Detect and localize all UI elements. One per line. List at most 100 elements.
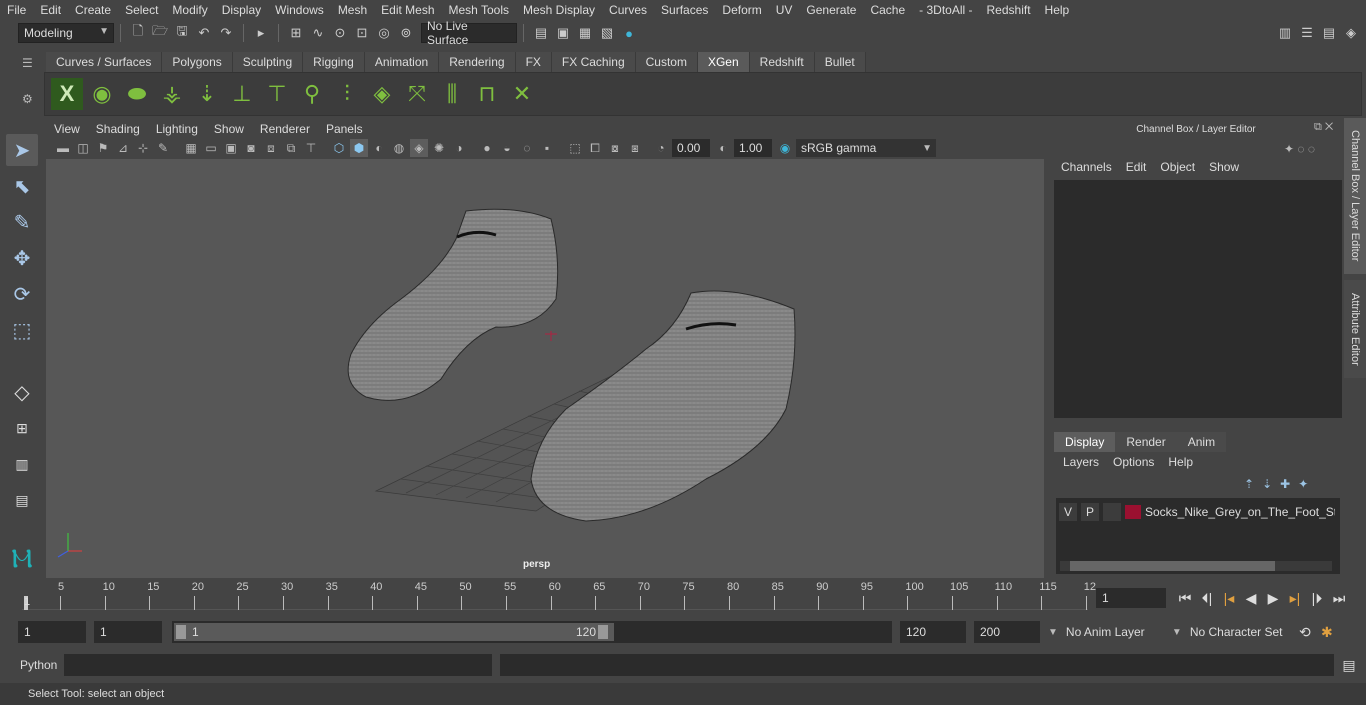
menu-generate[interactable]: Generate: [799, 3, 863, 17]
layer-name[interactable]: Socks_Nike_Grey_on_The_Foot_Stanc: [1145, 505, 1335, 519]
xgen-preview-icon[interactable]: ◉: [86, 78, 118, 110]
xray-icon[interactable]: ⧠: [586, 139, 604, 157]
viewport-menu-show[interactable]: Show: [206, 122, 252, 136]
menu-windows[interactable]: Windows: [268, 3, 331, 17]
new-layer-selected-icon[interactable]: ✦: [1298, 477, 1316, 491]
xgen-layers-icon[interactable]: ◈: [366, 78, 398, 110]
xray-joints-icon[interactable]: ⧇: [606, 139, 624, 157]
channel-box-side-tab[interactable]: Channel Box / Layer Editor: [1344, 118, 1366, 274]
range-slider[interactable]: 1 120: [172, 621, 892, 643]
xgen-guide-visibility-icon[interactable]: ⊤: [261, 78, 293, 110]
tab-rigging[interactable]: Rigging: [303, 52, 365, 72]
command-language-label[interactable]: Python: [20, 658, 62, 672]
float-panel-icon[interactable]: ⧉ ✕: [1314, 121, 1333, 134]
layer-menu-help[interactable]: Help: [1161, 455, 1200, 471]
menu-edit[interactable]: Edit: [33, 3, 68, 17]
xgen-scale-icon[interactable]: ⤧: [401, 78, 433, 110]
attribute-editor-side-tab[interactable]: Attribute Editor: [1344, 280, 1366, 378]
script-editor-icon[interactable]: ▤: [1338, 654, 1360, 676]
step-back-icon[interactable]: ⏴|: [1196, 587, 1218, 609]
wireframe-icon[interactable]: ⬡: [330, 139, 348, 157]
snap-surface-icon[interactable]: ◎: [374, 23, 394, 43]
bookmark-icon[interactable]: ⚑: [94, 139, 112, 157]
default-material-icon[interactable]: ◐: [370, 139, 388, 157]
smooth-shade-icon[interactable]: ⬢: [350, 139, 368, 157]
magnet-icon[interactable]: ⊚: [396, 23, 416, 43]
layer-color-swatch[interactable]: [1125, 505, 1141, 519]
xgen-add-guide-icon[interactable]: ⚶: [156, 78, 188, 110]
camera-attributes-icon[interactable]: ◫: [74, 139, 92, 157]
new-layer-icon[interactable]: ✚: [1280, 477, 1298, 491]
render-view-icon[interactable]: ▧: [597, 23, 617, 43]
layer-playback-toggle[interactable]: P: [1081, 503, 1099, 521]
textured-icon[interactable]: ◈: [410, 139, 428, 157]
gamma-icon[interactable]: ◐: [714, 139, 732, 157]
viewport-menu-view[interactable]: View: [46, 122, 88, 136]
menu-cache[interactable]: Cache: [863, 3, 912, 17]
tab-bullet[interactable]: Bullet: [814, 52, 866, 72]
step-forward-icon[interactable]: |⏵: [1306, 587, 1328, 609]
exposure-icon[interactable]: ◔: [652, 139, 670, 157]
menu-edit-mesh[interactable]: Edit Mesh: [374, 3, 441, 17]
tab-polygons[interactable]: Polygons: [162, 52, 233, 72]
tab-curves-surfaces[interactable]: Curves / Surfaces: [46, 52, 163, 72]
snap-grid-icon[interactable]: ⊞: [286, 23, 306, 43]
time-slider[interactable]: 1 5 10 15 20 25 30 35 40 45 50 55 60 65 70 75 80 85 90 95 1…: [0, 580, 1096, 612]
tab-animation[interactable]: Animation: [364, 52, 440, 72]
viewport-3d[interactable]: persp: [46, 159, 1044, 578]
menu-curves[interactable]: Curves: [602, 3, 654, 17]
layout-icon[interactable]: ▥: [1275, 23, 1295, 43]
anim-layer-dropdown[interactable]: No Anim Layer: [1059, 621, 1166, 643]
move-layer-up-icon[interactable]: ⇡: [1244, 477, 1262, 491]
axis-icon[interactable]: ✦: [1284, 142, 1294, 156]
grease-pencil-icon[interactable]: ✎: [154, 139, 172, 157]
command-input[interactable]: [64, 654, 492, 676]
viewport-menu-shading[interactable]: Shading: [88, 122, 148, 136]
range-slider-bar[interactable]: [174, 623, 614, 641]
move-tool-icon[interactable]: ✥: [6, 242, 38, 274]
save-scene-icon[interactable]: 🖫: [172, 23, 192, 43]
go-to-end-icon[interactable]: ⏭: [1328, 587, 1350, 609]
playback-end-field[interactable]: 120: [900, 621, 966, 643]
xray-active-icon[interactable]: ⧆: [626, 139, 644, 157]
menu-help[interactable]: Help: [1038, 3, 1077, 17]
screen-space-ao-icon[interactable]: ●: [478, 139, 496, 157]
open-scene-icon[interactable]: 🗁: [150, 23, 170, 43]
exposure-field[interactable]: 0.00: [672, 139, 710, 157]
field-chart-icon[interactable]: ⧈: [262, 139, 280, 157]
xgen-editor-icon[interactable]: X: [51, 78, 83, 110]
chevron-down-icon[interactable]: ▼: [1172, 627, 1182, 638]
layer-horizontal-scrollbar[interactable]: [1060, 561, 1332, 571]
camera-select-icon[interactable]: ▬: [54, 139, 72, 157]
menu-mesh-tools[interactable]: Mesh Tools: [442, 3, 516, 17]
color-management-icon[interactable]: ◉: [776, 139, 794, 157]
layer-row[interactable]: V P Socks_Nike_Grey_on_The_Foot_Stanc: [1056, 501, 1340, 523]
safe-title-icon[interactable]: ⊤: [302, 139, 320, 157]
tab-redshift[interactable]: Redshift: [749, 52, 815, 72]
viewport-menu-panels[interactable]: Panels: [318, 122, 371, 136]
layer-visibility-toggle[interactable]: V: [1059, 503, 1077, 521]
isolate-select-icon[interactable]: ⬚: [566, 139, 584, 157]
use-all-lights-icon[interactable]: ✺: [430, 139, 448, 157]
tab-display[interactable]: Display: [1054, 432, 1116, 452]
shelf-settings-icon[interactable]: ⚙: [22, 92, 33, 106]
play-backwards-icon[interactable]: ◀: [1240, 587, 1262, 609]
outliner-icon[interactable]: ☰: [1297, 23, 1317, 43]
single-layout-icon[interactable]: ◇: [6, 376, 38, 408]
play-forwards-icon[interactable]: ▶: [1262, 587, 1284, 609]
menu-uv[interactable]: UV: [769, 3, 800, 17]
grid-icon[interactable]: ▦: [182, 139, 200, 157]
tab-render[interactable]: Render: [1115, 432, 1177, 452]
live-surface-field[interactable]: No Live Surface: [421, 19, 517, 47]
step-forward-key-icon[interactable]: ▸|: [1284, 587, 1306, 609]
toggle-icon[interactable]: ◌: [1308, 142, 1315, 156]
animation-preferences-icon[interactable]: ✱: [1316, 621, 1338, 643]
channel-box-menu-object[interactable]: Object: [1153, 160, 1202, 178]
two-view-layout-icon[interactable]: ▥: [6, 448, 38, 480]
undo-icon[interactable]: ↶: [194, 23, 214, 43]
outliner-layout-icon[interactable]: ▤: [6, 484, 38, 516]
depth-of-field-icon[interactable]: ▪: [538, 139, 556, 157]
scene-start-field[interactable]: 1: [18, 621, 86, 643]
go-to-start-icon[interactable]: ⏮: [1174, 587, 1196, 609]
layer-type-toggle[interactable]: [1103, 503, 1121, 521]
